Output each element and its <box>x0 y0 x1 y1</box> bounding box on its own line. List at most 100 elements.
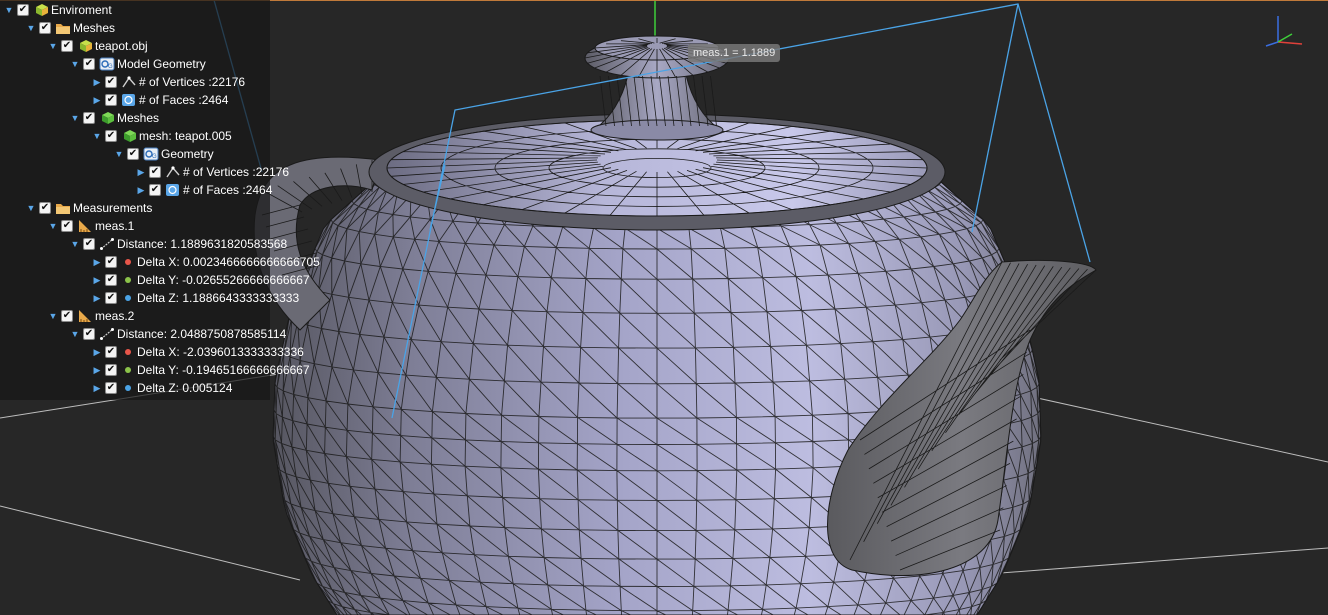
tree-item[interactable]: ▼ ✔ Measurements <box>26 199 153 217</box>
green-cube-icon <box>99 111 115 125</box>
tree-item[interactable]: ▶ ✔ Delta X: -2.0396013333333336 <box>92 343 304 361</box>
red-dot-icon <box>125 259 131 265</box>
green-dot-icon <box>125 367 131 373</box>
green-cube-icon <box>121 129 137 143</box>
tree-item[interactable]: ▼ ✔ G Model Geometry <box>70 55 206 73</box>
expanded-arrow-icon[interactable]: ▼ <box>114 149 124 159</box>
tree-item[interactable]: ▶ ✔ Delta Z: 0.005124 <box>92 379 233 397</box>
tree-item-label: Delta Y: -0.19465166666666667 <box>137 363 310 377</box>
tree-item[interactable]: ▼ ✔ teapot.obj <box>48 37 148 55</box>
tree-item[interactable]: ▼ ✔ Meshes <box>70 109 160 127</box>
geometry-icon: G <box>99 57 115 71</box>
tree-item-label: # of Faces :2464 <box>183 183 273 197</box>
distance-icon <box>99 237 115 251</box>
tree-item[interactable]: ▼ ✔ Distance: 1.1889631820583568 <box>70 235 288 253</box>
red-dot-icon <box>125 349 131 355</box>
collapsed-arrow-icon[interactable]: ▶ <box>92 293 102 304</box>
tree-item-label: meas.1 <box>95 219 135 233</box>
tree-item[interactable]: ▼ ✔ Distance: 2.0488750878585114 <box>70 325 287 343</box>
tree-item-label: Meshes <box>73 21 116 35</box>
expanded-arrow-icon[interactable]: ▼ <box>70 59 80 69</box>
folder-icon <box>55 201 71 215</box>
visibility-checkbox[interactable]: ✔ <box>17 4 29 16</box>
scene-tree-panel[interactable]: ▼ ✔ Enviroment ▼ ✔ Meshes ▼ ✔ teapot.obj ▼ ✔ G Model… <box>0 0 320 400</box>
expanded-arrow-icon[interactable]: ▼ <box>48 221 58 231</box>
tree-item[interactable]: ▶ ✔ Delta Y: -0.02655266666666667 <box>92 271 310 289</box>
visibility-checkbox[interactable]: ✔ <box>105 292 117 304</box>
tree-item-label: Delta Z: 1.1886643333333333 <box>137 291 300 305</box>
visibility-checkbox[interactable]: ✔ <box>149 166 161 178</box>
visibility-checkbox[interactable]: ✔ <box>83 328 95 340</box>
tree-item[interactable]: ▼ ✔ G Geometry <box>114 145 214 163</box>
collapsed-arrow-icon[interactable]: ▶ <box>92 383 102 394</box>
visibility-checkbox[interactable]: ✔ <box>39 22 51 34</box>
tree-item-label: Delta Z: 0.005124 <box>137 381 233 395</box>
tree-item[interactable]: ▶ ✔ # of Faces :2464 <box>136 181 273 199</box>
collapsed-arrow-icon[interactable]: ▶ <box>92 77 102 88</box>
expanded-arrow-icon[interactable]: ▼ <box>92 131 102 141</box>
visibility-checkbox[interactable]: ✔ <box>83 112 95 124</box>
tree-item-label: Model Geometry <box>117 57 206 71</box>
visibility-checkbox[interactable]: ✔ <box>61 310 73 322</box>
visibility-checkbox[interactable]: ✔ <box>105 274 117 286</box>
folder-icon <box>55 21 71 35</box>
visibility-checkbox[interactable]: ✔ <box>149 184 161 196</box>
visibility-checkbox[interactable]: ✔ <box>105 76 117 88</box>
axis-gizmo-icon <box>1265 16 1303 47</box>
collapsed-arrow-icon[interactable]: ▶ <box>92 257 102 268</box>
collapsed-arrow-icon[interactable]: ▶ <box>92 347 102 358</box>
tree-item[interactable]: ▼ ✔ meas.1 <box>48 217 135 235</box>
expanded-arrow-icon[interactable]: ▼ <box>70 113 80 123</box>
tree-item[interactable]: ▼ ✔ Meshes <box>26 19 116 37</box>
visibility-checkbox[interactable]: ✔ <box>105 256 117 268</box>
expanded-arrow-icon[interactable]: ▼ <box>26 203 36 213</box>
collapsed-arrow-icon[interactable]: ▶ <box>136 167 146 178</box>
visibility-checkbox[interactable]: ✔ <box>83 238 95 250</box>
3d-viewport[interactable]: meas.1 = 1.1889 ▼ ✔ Enviroment ▼ ✔ Meshes ▼ ✔ te… <box>0 0 1328 615</box>
visibility-checkbox[interactable]: ✔ <box>39 202 51 214</box>
visibility-checkbox[interactable]: ✔ <box>105 130 117 142</box>
visibility-checkbox[interactable]: ✔ <box>127 148 139 160</box>
visibility-checkbox[interactable]: ✔ <box>105 94 117 106</box>
tree-item-label: meas.2 <box>95 309 135 323</box>
visibility-checkbox[interactable]: ✔ <box>105 382 117 394</box>
floor-grid-line <box>0 505 301 581</box>
visibility-checkbox[interactable]: ✔ <box>105 364 117 376</box>
expanded-arrow-icon[interactable]: ▼ <box>48 311 58 321</box>
green-dot-icon <box>125 277 131 283</box>
tree-item-label: Distance: 2.0488750878585114 <box>117 327 287 341</box>
tree-item-label: Geometry <box>161 147 214 161</box>
blue-dot-icon <box>125 385 131 391</box>
collapsed-arrow-icon[interactable]: ▶ <box>92 95 102 106</box>
geometry-icon: G <box>143 147 159 161</box>
tree-item-label: # of Faces :2464 <box>139 93 229 107</box>
visibility-checkbox[interactable]: ✔ <box>83 58 95 70</box>
expanded-arrow-icon[interactable]: ▼ <box>48 41 58 51</box>
visibility-checkbox[interactable]: ✔ <box>61 220 73 232</box>
collapsed-arrow-icon[interactable]: ▶ <box>92 365 102 376</box>
tree-item[interactable]: ▼ ✔ Enviroment <box>4 1 112 19</box>
visibility-checkbox[interactable]: ✔ <box>61 40 73 52</box>
tree-item[interactable]: ▶ ✔ # of Vertices :22176 <box>92 73 246 91</box>
tree-item[interactable]: ▶ ✔ # of Faces :2464 <box>92 91 229 109</box>
visibility-checkbox[interactable]: ✔ <box>105 346 117 358</box>
tree-item[interactable]: ▼ ✔ meas.2 <box>48 307 135 325</box>
tree-item[interactable]: ▶ ✔ # of Vertices :22176 <box>136 163 290 181</box>
tree-item[interactable]: ▶ ✔ Delta X: 0.0023466666666666705 <box>92 253 320 271</box>
expanded-arrow-icon[interactable]: ▼ <box>70 329 80 339</box>
expanded-arrow-icon[interactable]: ▼ <box>4 5 14 15</box>
expanded-arrow-icon[interactable]: ▼ <box>26 23 36 33</box>
tree-item[interactable]: ▼ ✔ mesh: teapot.005 <box>92 127 232 145</box>
expanded-arrow-icon[interactable]: ▼ <box>70 239 80 249</box>
face-icon <box>121 93 137 107</box>
scene-cube-icon <box>77 39 93 53</box>
svg-text:G: G <box>108 64 113 70</box>
tree-item[interactable]: ▶ ✔ Delta Y: -0.19465166666666667 <box>92 361 310 379</box>
measurement-label: meas.1 = 1.1889 <box>688 44 781 62</box>
tree-item[interactable]: ▶ ✔ Delta Z: 1.1886643333333333 <box>92 289 300 307</box>
tree-item-label: # of Vertices :22176 <box>139 75 246 89</box>
collapsed-arrow-icon[interactable]: ▶ <box>136 185 146 196</box>
tree-item-label: Delta X: -2.0396013333333336 <box>137 345 304 359</box>
collapsed-arrow-icon[interactable]: ▶ <box>92 275 102 286</box>
tree-item-label: Delta Y: -0.02655266666666667 <box>137 273 310 287</box>
